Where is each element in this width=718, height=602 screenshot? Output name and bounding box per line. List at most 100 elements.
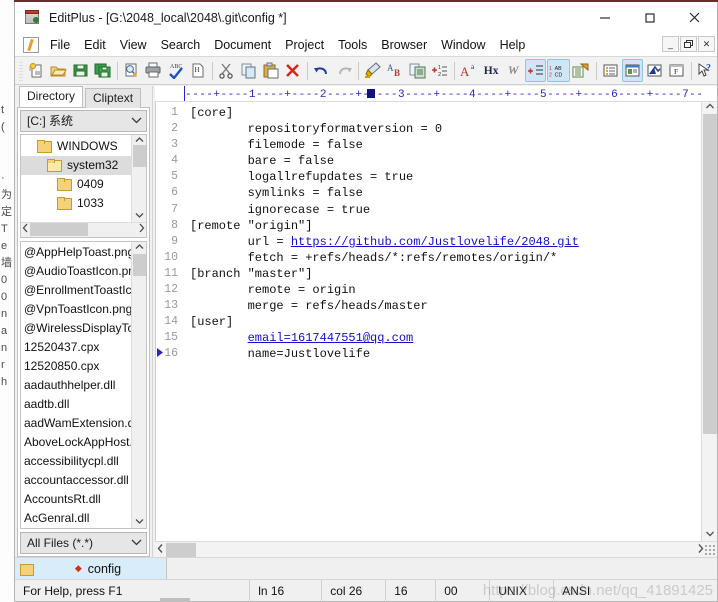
- menu-item-help[interactable]: Help: [493, 36, 533, 54]
- close-button[interactable]: [672, 2, 717, 33]
- scrollbar-thumb[interactable]: [132, 145, 146, 168]
- scrollbar-thumb[interactable]: [702, 114, 717, 434]
- tree-horizontal-scrollbar[interactable]: [21, 221, 146, 237]
- cut-icon[interactable]: [216, 59, 237, 82]
- code-content[interactable]: [core] repositoryformatversion = 0 filem…: [182, 102, 701, 541]
- menu-item-tools[interactable]: Tools: [331, 36, 374, 54]
- show-spaces-icon[interactable]: 1 2 AB CD: [546, 59, 570, 82]
- drive-selector[interactable]: [C:] 系统: [20, 110, 147, 132]
- spell-check-icon[interactable]: ABC: [165, 59, 186, 82]
- open-file-icon[interactable]: [48, 59, 69, 82]
- scroll-down-icon[interactable]: [135, 211, 144, 221]
- mdi-restore-button[interactable]: [680, 36, 697, 52]
- toolbar-grip[interactable]: [19, 60, 23, 81]
- menu-item-document[interactable]: Document: [207, 36, 278, 54]
- file-list-items[interactable]: @AppHelpToast.png @AudioToastIcon.pn @En…: [21, 242, 131, 529]
- function-list-icon[interactable]: F: [666, 59, 687, 82]
- list-item[interactable]: @EnrollmentToastIc: [24, 281, 131, 300]
- tree-item-0409[interactable]: 0409: [21, 175, 131, 194]
- list-item[interactable]: AcGenral.dll: [24, 509, 131, 528]
- menu-item-browser[interactable]: Browser: [374, 36, 434, 54]
- copy-icon[interactable]: [238, 59, 259, 82]
- hex-icon[interactable]: Hx: [481, 59, 502, 82]
- scroll-right-icon[interactable]: [138, 223, 145, 236]
- list-item[interactable]: accessibilitycpl.dll: [24, 452, 131, 471]
- ftp-upload-icon[interactable]: [644, 59, 665, 82]
- list-item[interactable]: AccountsRt.dll: [24, 490, 131, 509]
- code-editor[interactable]: 1 2 3 4 5 6 7 8 9 10 11 12 13 14 15 16 […: [155, 102, 701, 541]
- list-item[interactable]: AboveLockAppHost.: [24, 433, 131, 452]
- save-all-icon[interactable]: [92, 59, 113, 82]
- list-item[interactable]: @AudioToastIcon.pn: [24, 262, 131, 281]
- context-help-icon[interactable]: ?: [695, 59, 716, 82]
- menu-item-file[interactable]: File: [43, 36, 77, 54]
- code-hyperlink[interactable]: https://github.com/Justlovelife/2048.git: [291, 235, 579, 249]
- tab-cliptext[interactable]: Cliptext: [85, 88, 142, 108]
- print-icon[interactable]: [143, 59, 164, 82]
- bold-format-icon[interactable]: A B: [384, 59, 405, 82]
- print-preview-icon[interactable]: [121, 59, 142, 82]
- html-page-icon[interactable]: H: [187, 59, 208, 82]
- directory-window-icon[interactable]: [621, 59, 643, 82]
- line-numbers-icon[interactable]: [524, 59, 546, 82]
- tab-directory[interactable]: Directory: [19, 86, 84, 107]
- menu-item-search[interactable]: Search: [154, 36, 208, 54]
- list-item[interactable]: AcLayers.dll: [24, 528, 131, 529]
- indent-icon[interactable]: 1 2: [429, 59, 450, 82]
- scroll-left-icon[interactable]: [22, 223, 29, 236]
- menu-item-edit[interactable]: Edit: [77, 36, 113, 54]
- list-item[interactable]: @WirelessDisplayTo: [24, 319, 131, 338]
- scrollbar-thumb[interactable]: [166, 542, 196, 557]
- maximize-button[interactable]: [627, 2, 672, 33]
- scroll-down-icon[interactable]: [135, 517, 144, 527]
- scroll-up-icon[interactable]: [135, 243, 144, 253]
- list-item[interactable]: aadtb.dll: [24, 395, 131, 414]
- scroll-down-icon[interactable]: [705, 530, 715, 540]
- menu-item-project[interactable]: Project: [278, 36, 331, 54]
- list-item[interactable]: accountaccessor.dll: [24, 471, 131, 490]
- scroll-left-icon[interactable]: [157, 543, 164, 557]
- editor-vertical-scrollbar[interactable]: [701, 102, 717, 541]
- menu-item-view[interactable]: View: [113, 36, 154, 54]
- scroll-up-icon[interactable]: [705, 103, 715, 113]
- file-list-vertical-scrollbar[interactable]: [131, 241, 146, 529]
- tree-item-windows[interactable]: WINDOWS: [21, 137, 131, 156]
- status-encoding[interactable]: ANSI: [554, 580, 717, 602]
- scroll-right-icon[interactable]: [697, 543, 704, 557]
- scrollbar-thumb[interactable]: [132, 253, 146, 276]
- tree-item-system32[interactable]: system32: [21, 155, 131, 175]
- delete-icon[interactable]: [282, 59, 303, 82]
- scroll-up-icon[interactable]: [135, 136, 144, 146]
- editor-horizontal-scrollbar[interactable]: [155, 541, 717, 557]
- save-file-icon[interactable]: [70, 59, 91, 82]
- list-item[interactable]: @VpnToastIcon.png: [24, 300, 131, 319]
- paste-icon[interactable]: [260, 59, 281, 82]
- list-item[interactable]: @AppHelpToast.png: [24, 243, 131, 262]
- mdi-minimize-button[interactable]: _: [662, 36, 679, 52]
- resize-grip[interactable]: [704, 544, 715, 555]
- list-view-icon[interactable]: [600, 59, 621, 82]
- font-icon[interactable]: A a: [458, 59, 480, 82]
- mdi-close-button[interactable]: ✕: [698, 36, 715, 52]
- list-item[interactable]: 12520850.cpx: [24, 357, 131, 376]
- minimize-button[interactable]: [582, 2, 627, 33]
- tree-vertical-scrollbar[interactable]: [131, 134, 146, 222]
- tree-item-1033[interactable]: 1033: [21, 194, 131, 213]
- code-hyperlink[interactable]: email=1617447551@qq.com: [248, 331, 414, 345]
- new-file-icon[interactable]: [26, 59, 47, 82]
- undo-icon[interactable]: [311, 59, 332, 82]
- document-tab-config[interactable]: ◆ config: [15, 558, 167, 579]
- directory-tree-list[interactable]: WINDOWS system32 0409 1033: [21, 135, 131, 222]
- toolbar-customize-icon[interactable]: [571, 59, 592, 82]
- file-filter-selector[interactable]: All Files (*.*): [20, 532, 147, 555]
- list-item[interactable]: aadauthhelper.dll: [24, 376, 131, 395]
- scrollbar-thumb[interactable]: [30, 223, 88, 237]
- menu-item-window[interactable]: Window: [434, 36, 492, 54]
- status-line-ending[interactable]: UNIX: [490, 579, 555, 602]
- highlight-icon[interactable]: [362, 59, 383, 82]
- list-item[interactable]: aadWamExtension.d: [24, 414, 131, 433]
- duplicate-icon[interactable]: [407, 59, 428, 82]
- list-item[interactable]: 12520437.cpx: [24, 338, 131, 357]
- word-wrap-icon[interactable]: W: [503, 59, 524, 82]
- redo-icon[interactable]: [333, 59, 354, 82]
